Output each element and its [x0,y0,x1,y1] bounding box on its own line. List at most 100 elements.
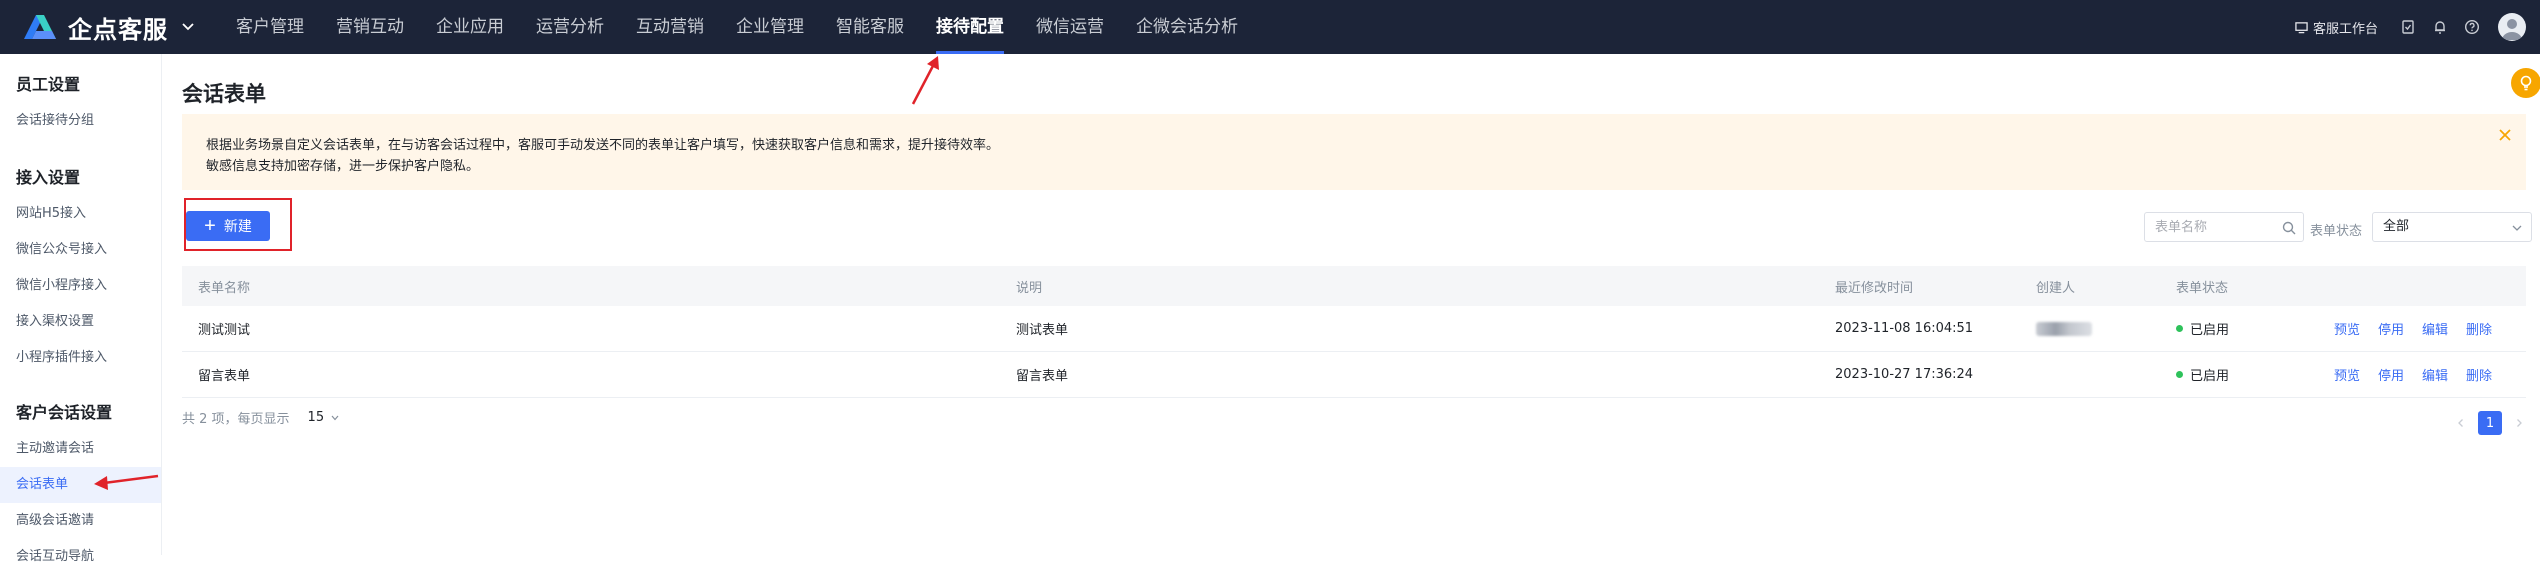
form-description-cell: 留言表单 [1016,369,1069,384]
help-icon[interactable] [2464,19,2480,35]
disable-link[interactable]: 停用 [2378,365,2404,384]
preview-link[interactable]: 预览 [2334,365,2360,384]
annotation-arrow-up [911,56,939,105]
chevron-down-icon[interactable] [180,19,196,35]
row-actions: 预览 停用 编辑 删除 [2334,352,2510,397]
creator-cell [2036,306,2092,351]
nav-item-enterprise-mgmt[interactable]: 企业管理 [720,0,820,54]
sidebar-item-wechat-miniprogram[interactable]: 微信小程序接入 [0,268,161,304]
chevron-down-icon [2512,225,2522,231]
nav-item-interactive-marketing[interactable]: 互动营销 [620,0,720,54]
task-check-icon[interactable] [2400,19,2416,35]
brand-name: 企点客服 [68,15,168,44]
chevron-right-icon [2517,419,2522,427]
nav-item-wecom-analysis[interactable]: 企微会话分析 [1120,0,1254,54]
disable-link[interactable]: 停用 [2378,319,2404,338]
lightbulb-icon [2520,75,2532,91]
nav-item-ops-analysis[interactable]: 运营分析 [520,0,620,54]
avatar[interactable] [2498,13,2526,41]
preview-link[interactable]: 预览 [2334,319,2360,338]
table-header: 表单名称 说明 最近修改时间 创建人 表单状态 [182,266,2526,306]
column-header-description: 说明 [1016,280,1043,296]
status-cell: 已启用 [2176,306,2229,351]
status-dot-icon [2176,371,2183,378]
modified-time-cell: 2023-10-27 17:36:24 [1835,367,1974,382]
nav-item-wechat-ops[interactable]: 微信运营 [1020,0,1120,54]
monitor-icon [2295,21,2308,33]
nav-item-smart-service[interactable]: 智能客服 [820,0,920,54]
nav-item-enterprise-apps[interactable]: 企业应用 [420,0,520,54]
new-form-button[interactable]: + 新建 [186,211,270,241]
table-row: 留言表单 留言表单 2023-10-27 17:36:24 已启用 预览 停用 … [182,352,2526,398]
edit-link[interactable]: 编辑 [2422,319,2448,338]
form-name-cell: 测试测试 [198,323,251,338]
page-size-value: 15 [307,410,325,425]
sidebar-item-proactive-invite[interactable]: 主动邀请会话 [0,431,161,467]
notice-text-line-1: 根据业务场景自定义会话表单，在与访客会话过程中，客服可手动发送不同的表单让客户填… [206,138,1000,153]
delete-link[interactable]: 删除 [2466,365,2492,384]
form-name-cell: 留言表单 [198,369,251,384]
table-row: 测试测试 测试表单 2023-11-08 16:04:51 已启用 预览 停用 … [182,306,2526,352]
form-name-search-input[interactable] [2144,212,2304,242]
top-navigation-bar: 企点客服 客户管理 营销互动 企业应用 运营分析 互动营销 企业管理 智能客服 … [0,0,2540,54]
sidebar-item-advanced-invite[interactable]: 高级会话邀请 [0,503,161,539]
main-nav: 客户管理 营销互动 企业应用 运营分析 互动营销 企业管理 智能客服 接待配置 … [220,0,1254,54]
sidebar-item-reception-groups[interactable]: 会话接待分组 [0,103,161,139]
hint-bulb-button[interactable] [2511,68,2540,98]
sidebar-item-miniprogram-plugin[interactable]: 小程序插件接入 [0,340,161,376]
page-title: 会话表单 [182,82,266,106]
prev-page-button[interactable] [2454,416,2468,430]
workbench-label: 客服工作台 [2312,21,2378,37]
delete-link[interactable]: 删除 [2466,319,2492,338]
column-header-status: 表单状态 [2176,280,2229,296]
notice-text-line-2: 敏感信息支持加密存储，进一步保护客户隐私。 [206,159,480,174]
blurred-creator-name [2036,321,2092,336]
status-filter-value: 全部 [2383,219,2410,234]
column-header-creator: 创建人 [2036,280,2076,296]
sidebar-item-access-auth[interactable]: 接入渠权设置 [0,304,161,340]
status-filter-label: 表单状态 [2310,224,2363,239]
main-content: 会话表单 根据业务场景自定义会话表单，在与访客会话过程中，客服可手动发送不同的表… [182,54,2540,555]
page-size-select[interactable]: 15 [308,410,341,425]
search-icon[interactable] [2282,221,2296,235]
new-form-label: 新建 [223,218,252,234]
sidebar-group-staff: 员工设置 [16,75,81,94]
row-actions: 预览 停用 编辑 删除 [2334,306,2510,351]
brand[interactable]: 企点客服 [0,0,196,54]
sidebar-item-web-h5[interactable]: 网站H5接入 [0,196,161,232]
top-right-tools: 客服工作台 [2295,0,2540,54]
total-summary: 共 2 项，每页显示 [182,412,290,427]
user-icon [2502,19,2522,40]
status-cell: 已启用 [2176,352,2229,397]
nav-item-marketing-interaction[interactable]: 营销互动 [320,0,420,54]
forms-table: 表单名称 说明 最近修改时间 创建人 表单状态 测试测试 测试表单 2023-1… [182,266,2526,398]
column-header-name: 表单名称 [198,280,251,296]
pagination: 1 [2454,411,2526,435]
nav-item-reception-config[interactable]: 接待配置 [920,0,1020,54]
close-icon[interactable] [2498,128,2512,142]
sidebar-item-interaction-nav[interactable]: 会话互动导航 [0,539,161,575]
modified-time-cell: 2023-11-08 16:04:51 [1835,321,1974,336]
form-description-cell: 测试表单 [1016,323,1069,338]
chevron-left-icon [2458,419,2463,427]
chevron-down-icon [331,415,339,420]
status-filter-select[interactable]: 全部 [2372,212,2532,242]
notice-banner: 根据业务场景自定义会话表单，在与访客会话过程中，客服可手动发送不同的表单让客户填… [182,114,2526,190]
next-page-button[interactable] [2512,416,2526,430]
sidebar-item-wechat-official[interactable]: 微信公众号接入 [0,232,161,268]
column-header-modified: 最近修改时间 [1835,280,1914,296]
workbench-link[interactable]: 客服工作台 [2295,18,2378,37]
sidebar-group-access: 接入设置 [16,168,81,187]
status-dot-icon [2176,325,2183,332]
edit-link[interactable]: 编辑 [2422,365,2448,384]
bell-icon[interactable] [2432,19,2448,35]
nav-item-customer-mgmt[interactable]: 客户管理 [220,0,320,54]
annotation-arrow-left [94,474,159,490]
status-text: 已启用 [2190,323,2230,338]
status-text: 已启用 [2190,369,2230,384]
logo-icon [24,15,56,39]
pagination-summary: 共 2 项，每页显示 15 [182,408,340,427]
plus-icon: + [204,215,216,237]
sidebar-group-customer-session: 客户会话设置 [16,403,113,422]
page-number-current[interactable]: 1 [2478,411,2502,435]
